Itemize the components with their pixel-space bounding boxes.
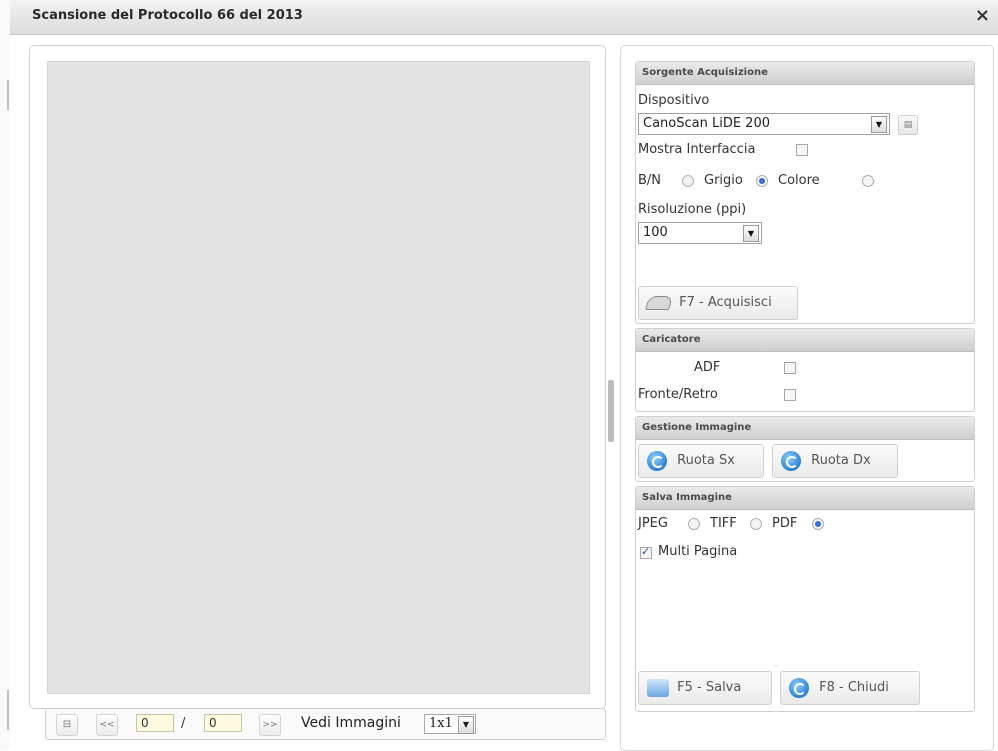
rotate-left-label: Ruota Sx bbox=[677, 453, 735, 468]
acquire-button-label: F7 - Acquisisci bbox=[679, 295, 772, 310]
dialog-title-bar: Scansione del Protocollo 66 del 2013 × bbox=[10, 0, 998, 35]
tiff-label: TIFF bbox=[710, 516, 737, 531]
scanner-icon bbox=[645, 295, 673, 310]
tiff-radio[interactable] bbox=[750, 518, 762, 530]
rotate-right-label: Ruota Dx bbox=[811, 453, 871, 468]
panel-splitter[interactable] bbox=[608, 380, 614, 442]
resolution-select[interactable]: 100 ▼ bbox=[638, 222, 762, 244]
device-select[interactable]: CanoScan LiDE 200 ▼ bbox=[638, 113, 890, 135]
adf-checkbox[interactable] bbox=[784, 362, 796, 374]
duplex-label: Fronte/Retro bbox=[638, 387, 718, 402]
dialog-title: Scansione del Protocollo 66 del 2013 bbox=[32, 8, 303, 23]
rotate-left-button[interactable]: Ruota Sx bbox=[638, 444, 764, 478]
loader-section: Caricatore ADF Fronte/Retro bbox=[635, 328, 975, 412]
view-images-label: Vedi Immagini bbox=[301, 715, 401, 731]
view-layout-select[interactable]: 1x1 ▼ bbox=[424, 714, 476, 734]
total-pages-input[interactable]: 0 bbox=[204, 714, 242, 732]
device-label: Dispositivo bbox=[638, 93, 710, 108]
source-section: Sorgente Acquisizione Dispositivo CanoSc… bbox=[635, 61, 975, 324]
adf-label: ADF bbox=[694, 360, 721, 375]
view-layout-value: 1x1 bbox=[429, 716, 453, 731]
multipage-checkbox[interactable] bbox=[640, 545, 652, 559]
save-button-label: F5 - Salva bbox=[677, 680, 742, 695]
device-value: CanoScan LiDE 200 bbox=[643, 116, 770, 131]
grey-radio[interactable] bbox=[756, 175, 768, 187]
grey-label: Grigio bbox=[704, 173, 743, 188]
window-left-edge bbox=[0, 0, 10, 749]
show-interface-label: Mostra Interfaccia bbox=[638, 142, 756, 157]
page-navigator: ⊟ << 0 / 0 >> Vedi Immagini 1x1 ▼ bbox=[45, 708, 606, 740]
bw-radio[interactable] bbox=[682, 175, 694, 187]
jpeg-radio[interactable] bbox=[688, 518, 700, 530]
resolution-label: Risoluzione (ppi) bbox=[638, 202, 747, 217]
color-label: Colore bbox=[778, 173, 820, 188]
source-section-header: Sorgente Acquisizione bbox=[636, 62, 974, 85]
next-page-button[interactable]: >> bbox=[259, 714, 281, 736]
duplex-checkbox[interactable] bbox=[784, 389, 796, 401]
close-dialog-icon bbox=[789, 677, 809, 698]
rotate-right-icon bbox=[781, 450, 801, 471]
rotate-left-icon bbox=[647, 450, 667, 471]
device-settings-button[interactable]: ▤ bbox=[898, 115, 918, 135]
pdf-label: PDF bbox=[772, 516, 798, 531]
save-section-header: Salva Immagine bbox=[636, 487, 974, 510]
chevron-down-icon: ▼ bbox=[743, 225, 759, 242]
preview-panel bbox=[29, 45, 606, 709]
delete-page-button[interactable]: ⊟ bbox=[56, 714, 78, 736]
current-page-input[interactable]: 0 bbox=[136, 714, 174, 732]
bw-label: B/N bbox=[638, 173, 662, 188]
page-separator: / bbox=[181, 716, 186, 731]
edge-mark bbox=[7, 690, 9, 730]
image-mgmt-section-header: Gestione Immagine bbox=[636, 417, 974, 440]
close-icon[interactable]: × bbox=[975, 5, 990, 26]
close-button[interactable]: F8 - Chiudi bbox=[780, 671, 920, 705]
chevron-down-icon: ▼ bbox=[458, 716, 474, 734]
save-button[interactable]: F5 - Salva bbox=[638, 671, 772, 705]
show-interface-checkbox[interactable] bbox=[796, 144, 808, 156]
chevron-down-icon: ▼ bbox=[871, 116, 887, 133]
pdf-radio[interactable] bbox=[812, 518, 824, 530]
close-button-label: F8 - Chiudi bbox=[819, 680, 889, 695]
edge-mark bbox=[7, 80, 9, 110]
settings-panel: Sorgente Acquisizione Dispositivo CanoSc… bbox=[620, 45, 994, 751]
multipage-label: Multi Pagina bbox=[658, 544, 738, 559]
image-mgmt-section: Gestione Immagine Ruota Sx Ruota Dx bbox=[635, 416, 975, 482]
color-radio[interactable] bbox=[862, 175, 874, 187]
jpeg-label: JPEG bbox=[638, 516, 668, 531]
save-section: Salva Immagine JPEG TIFF PDF Multi Pagin… bbox=[635, 486, 975, 712]
resolution-value: 100 bbox=[643, 225, 668, 240]
loader-section-header: Caricatore bbox=[636, 329, 974, 352]
previous-page-button[interactable]: << bbox=[96, 714, 118, 736]
save-icon bbox=[647, 678, 669, 697]
acquire-button[interactable]: F7 - Acquisisci bbox=[638, 286, 798, 320]
rotate-right-button[interactable]: Ruota Dx bbox=[772, 444, 898, 478]
scan-preview-area bbox=[47, 61, 590, 694]
